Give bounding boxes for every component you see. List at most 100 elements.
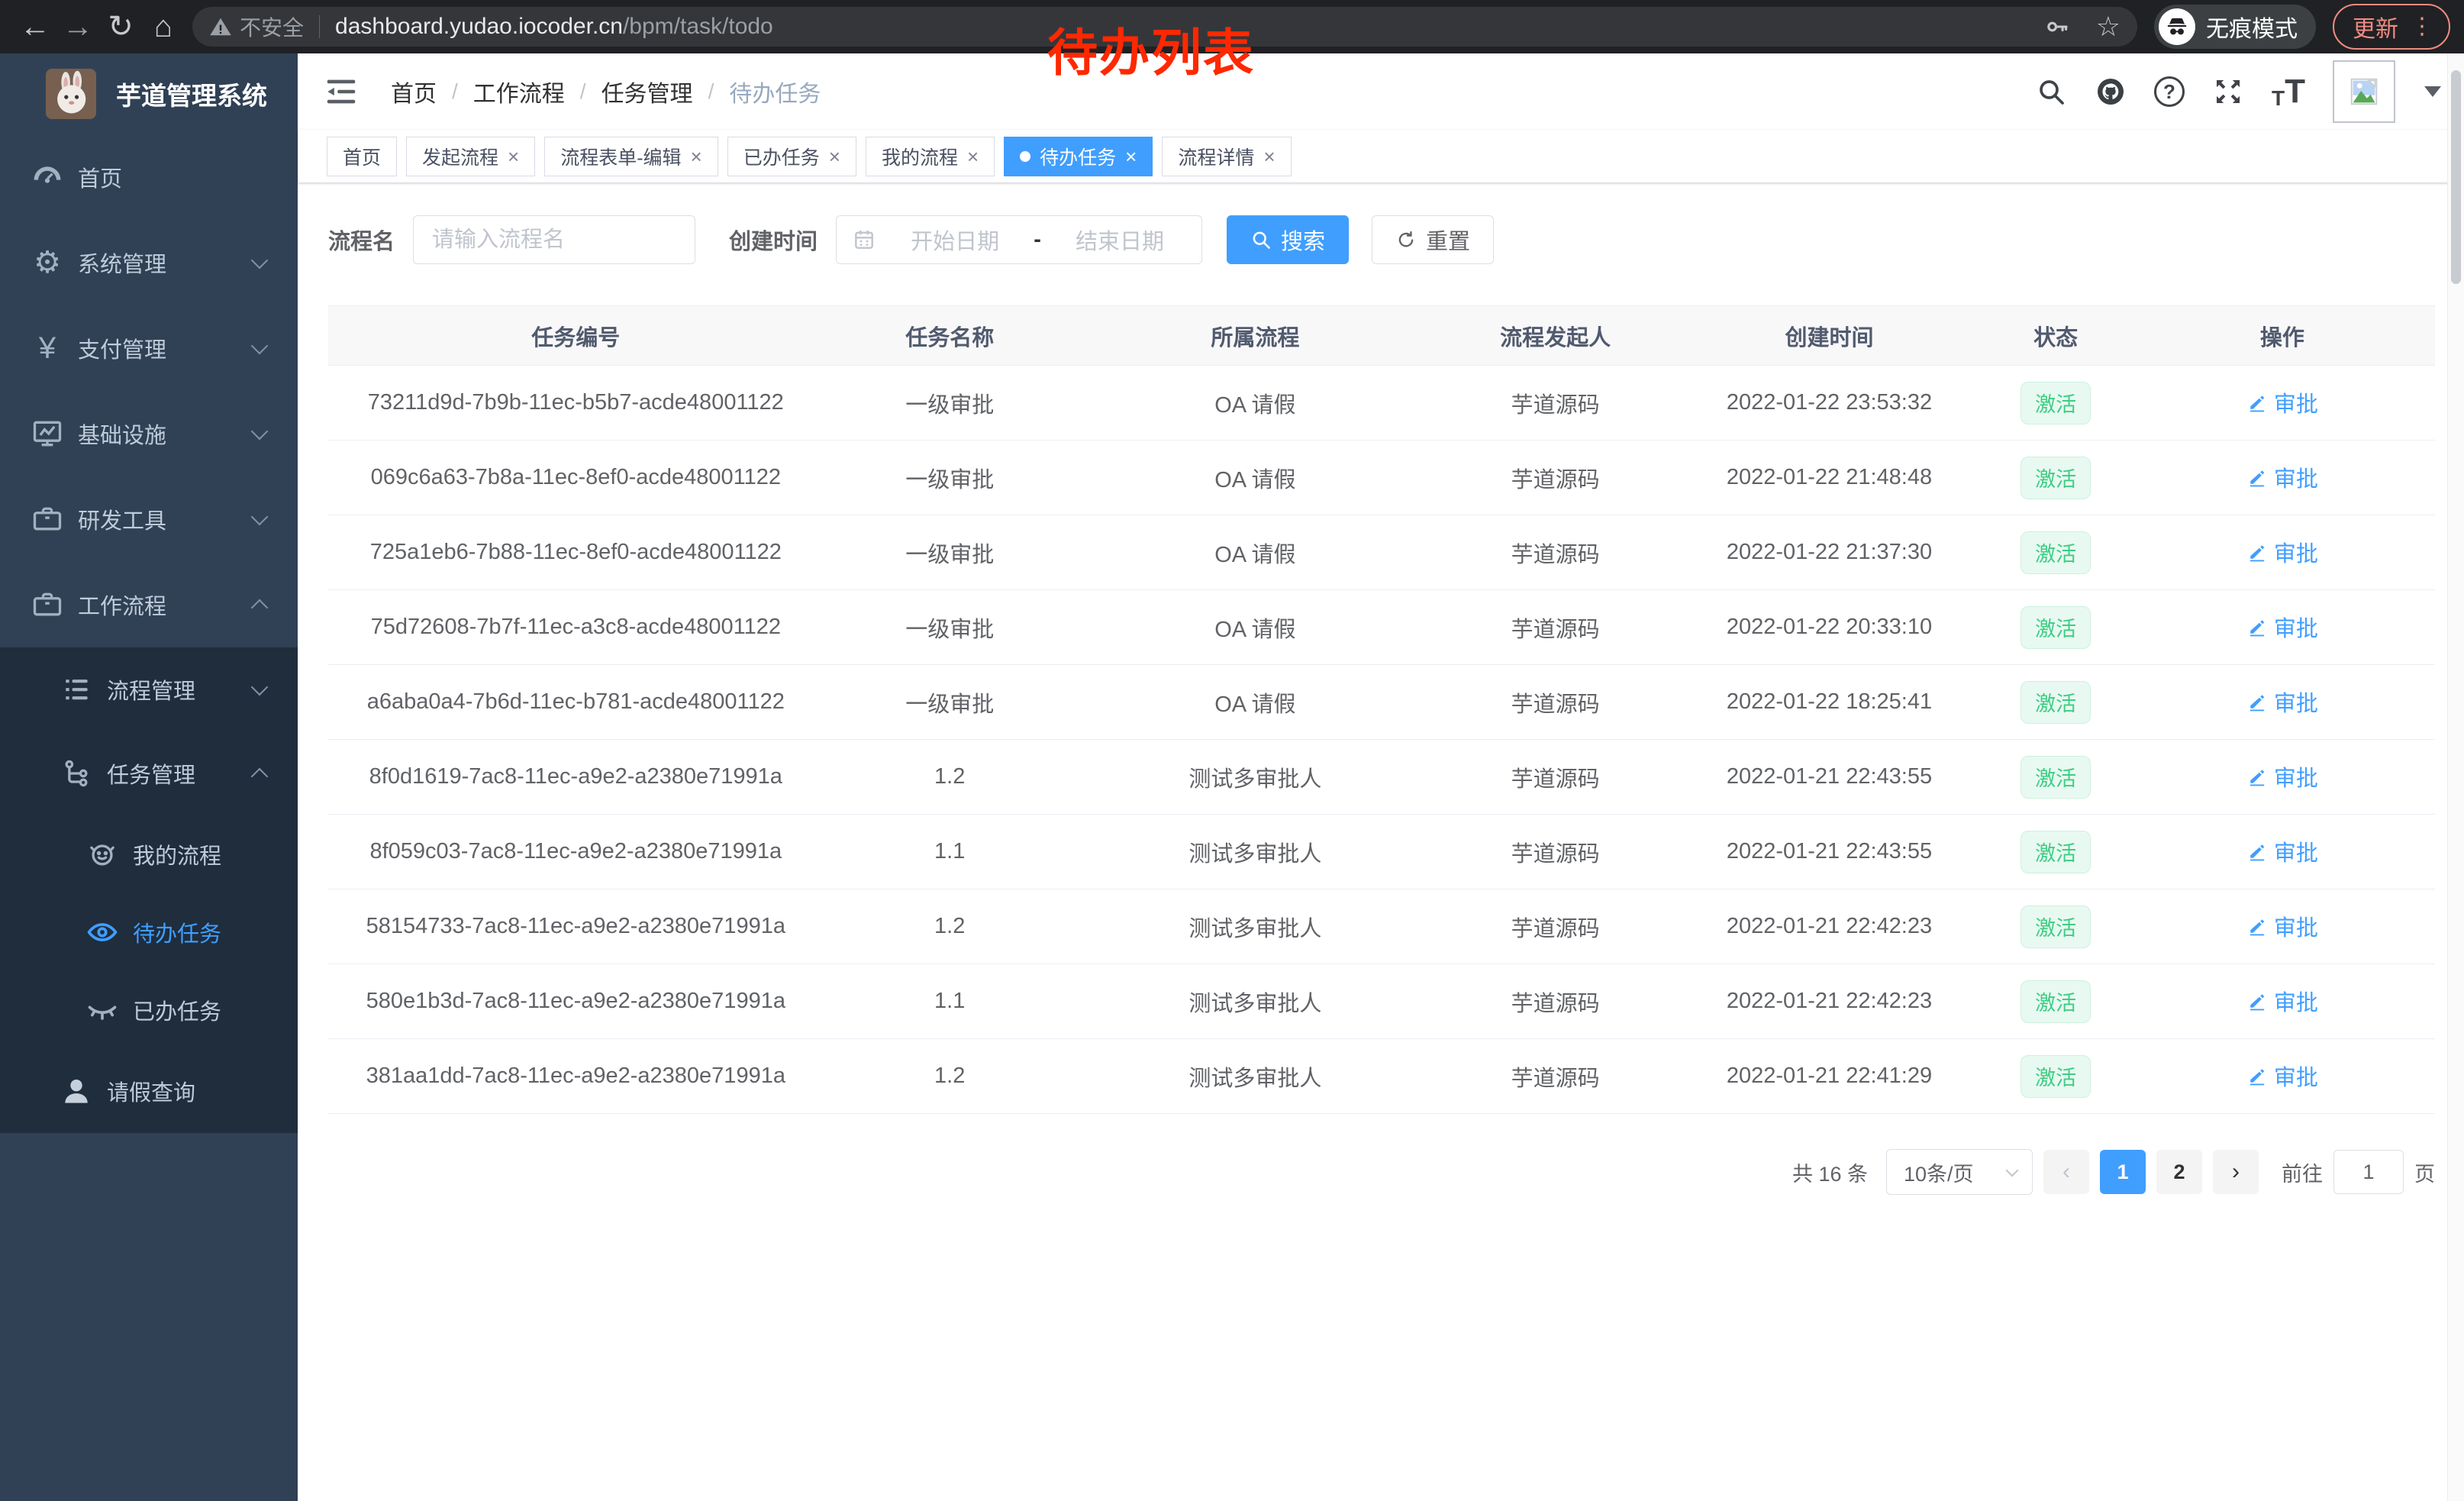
cell-process: OA 请假 — [1076, 366, 1434, 441]
sidebar-item-dev-tools[interactable]: 研发工具 — [0, 476, 298, 562]
close-icon[interactable]: × — [829, 147, 840, 166]
eye-icon — [85, 915, 119, 949]
approve-link[interactable]: 审批 — [2246, 835, 2318, 867]
status-badge: 激活 — [2021, 831, 2091, 873]
approve-link[interactable]: 审批 — [2246, 1060, 2318, 1092]
table-row: 381aa1dd-7ac8-11ec-a9e2-a2380e71991a 1.2… — [328, 1039, 2435, 1114]
approve-link[interactable]: 审批 — [2246, 760, 2318, 792]
prev-page-button[interactable]: ‹ — [2043, 1150, 2089, 1194]
tab-process-detail[interactable]: 流程详情× — [1162, 137, 1291, 176]
approve-link[interactable]: 审批 — [2246, 611, 2318, 643]
pencil-icon — [2246, 691, 2268, 712]
logo-rabbit-image — [46, 69, 96, 119]
cell-starter: 芋道源码 — [1434, 815, 1676, 889]
bookmark-star-icon[interactable]: ☆ — [2096, 13, 2121, 40]
sidebar-item-system[interactable]: ⚙ 系统管理 — [0, 220, 298, 305]
approve-link[interactable]: 审批 — [2246, 686, 2318, 718]
date-range-picker[interactable]: 开始日期 - 结束日期 — [836, 215, 1202, 264]
help-icon[interactable]: ? — [2154, 76, 2185, 107]
pencil-icon — [2246, 766, 2268, 787]
approve-label: 审批 — [2274, 1060, 2318, 1092]
breadcrumb-workflow[interactable]: 工作流程 — [473, 75, 565, 108]
search-icon[interactable] — [2035, 76, 2067, 108]
avatar-dropdown-caret[interactable] — [2424, 86, 2441, 97]
avatar[interactable] — [2333, 60, 2395, 123]
cell-process: 测试多审批人 — [1076, 964, 1434, 1039]
pencil-icon — [2246, 616, 2268, 638]
cell-task-name: 一级审批 — [824, 590, 1076, 665]
approve-link[interactable]: 审批 — [2246, 910, 2318, 942]
approve-label: 审批 — [2274, 686, 2318, 718]
approve-link[interactable]: 审批 — [2246, 985, 2318, 1017]
tab-todo-tasks[interactable]: 待办任务 × — [1004, 137, 1153, 176]
approve-link[interactable]: 审批 — [2246, 536, 2318, 568]
url-bar[interactable]: 不安全 dashboard.yudao.iocoder.cn/bpm/task/… — [192, 7, 2137, 47]
cell-task-name: 一级审批 — [824, 441, 1076, 515]
password-key-icon[interactable] — [2044, 14, 2070, 40]
page-button-2[interactable]: 2 — [2156, 1150, 2202, 1194]
sidebar-item-task-management[interactable]: 任务管理 — [0, 731, 298, 815]
sidebar-item-workflow[interactable]: 工作流程 — [0, 562, 298, 647]
chevron-down-icon — [251, 252, 269, 270]
tab-start-process[interactable]: 发起流程× — [406, 137, 535, 176]
process-name-input[interactable] — [413, 215, 695, 264]
col-create-time: 创建时间 — [1676, 306, 1982, 366]
tags-view-bar: 首页 发起流程× 流程表单-编辑× 已办任务× 我的流程 × 待办任务 × 流程详情… — [298, 130, 2464, 183]
sidebar-item-todo-tasks[interactable]: 待办任务 — [0, 893, 298, 971]
approve-link[interactable]: 审批 — [2246, 386, 2318, 418]
tab-home[interactable]: 首页 — [327, 137, 397, 176]
breadcrumb-separator: / — [580, 79, 586, 104]
approve-link[interactable]: 审批 — [2246, 461, 2318, 493]
tab-label: 我的流程 — [882, 143, 958, 170]
goto-page-input[interactable] — [2333, 1150, 2404, 1194]
approve-label: 审批 — [2274, 910, 2318, 942]
breadcrumb-task-management[interactable]: 任务管理 — [601, 75, 693, 108]
next-page-button[interactable]: › — [2213, 1150, 2259, 1194]
tab-my-process[interactable]: 我的流程 × — [866, 137, 995, 176]
sidebar-item-process-management[interactable]: 流程管理 — [0, 647, 298, 731]
status-badge: 激活 — [2021, 457, 2091, 499]
tab-done-tasks[interactable]: 已办任务× — [727, 137, 856, 176]
table-row: 8f0d1619-7ac8-11ec-a9e2-a2380e71991a 1.2… — [328, 740, 2435, 815]
search-button[interactable]: 搜索 — [1227, 215, 1349, 264]
forward-icon[interactable]: → — [56, 0, 99, 53]
task-table: 任务编号 任务名称 所属流程 流程发起人 创建时间 状态 操作 73211d9d… — [328, 305, 2435, 1114]
back-icon[interactable]: ← — [14, 0, 56, 53]
sidebar-item-home[interactable]: 首页 — [0, 134, 298, 220]
home-icon[interactable]: ⌂ — [142, 0, 185, 53]
update-chrome-button[interactable]: 更新 ⋮ — [2333, 4, 2450, 50]
close-icon[interactable]: × — [508, 147, 519, 166]
security-label[interactable]: 不安全 — [240, 11, 304, 42]
breadcrumb-home[interactable]: 首页 — [391, 75, 437, 108]
font-size-icon[interactable]: TT — [2272, 73, 2305, 111]
reload-icon[interactable]: ↻ — [99, 0, 142, 53]
reset-button[interactable]: 重置 — [1372, 215, 1494, 264]
approve-label: 审批 — [2274, 985, 2318, 1017]
close-icon[interactable]: × — [1263, 147, 1275, 166]
chevron-down-icon — [251, 337, 269, 355]
tab-label: 待办任务 — [1040, 143, 1116, 170]
sidebar-item-my-process[interactable]: 我的流程 — [0, 815, 298, 893]
sidebar-item-payment[interactable]: ¥ 支付管理 — [0, 305, 298, 391]
sidebar-item-label: 任务管理 — [107, 757, 195, 789]
sidebar-item-done-tasks[interactable]: 已办任务 — [0, 971, 298, 1049]
approve-label: 审批 — [2274, 461, 2318, 493]
close-icon[interactable]: × — [1125, 147, 1137, 166]
app-title: 芋道管理系统 — [116, 76, 267, 112]
fullscreen-icon[interactable] — [2212, 76, 2244, 108]
sidebar-item-label: 工作流程 — [78, 589, 166, 621]
sidebar-item-infrastructure[interactable]: 基础设施 — [0, 391, 298, 476]
cell-process: 测试多审批人 — [1076, 740, 1434, 815]
github-icon[interactable] — [2095, 76, 2127, 108]
page-content: 流程名 创建时间 开始日期 - 结束日期 搜索 — [298, 183, 2464, 1501]
sidebar-item-leave-query[interactable]: 请假查询 — [0, 1049, 298, 1133]
table-row: 58154733-7ac8-11ec-a9e2-a2380e71991a 1.2… — [328, 889, 2435, 964]
page-button-1[interactable]: 1 — [2100, 1150, 2146, 1194]
close-icon[interactable]: × — [967, 147, 979, 166]
tab-process-form-edit[interactable]: 流程表单-编辑× — [544, 137, 718, 176]
browser-menu-icon[interactable]: ⋮ — [2411, 15, 2433, 38]
page-size-select[interactable]: 10条/页 — [1886, 1149, 2033, 1195]
close-icon[interactable]: × — [691, 147, 702, 166]
collapse-sidebar-icon[interactable] — [324, 74, 359, 109]
scrollbar-thumb[interactable] — [2451, 70, 2461, 284]
